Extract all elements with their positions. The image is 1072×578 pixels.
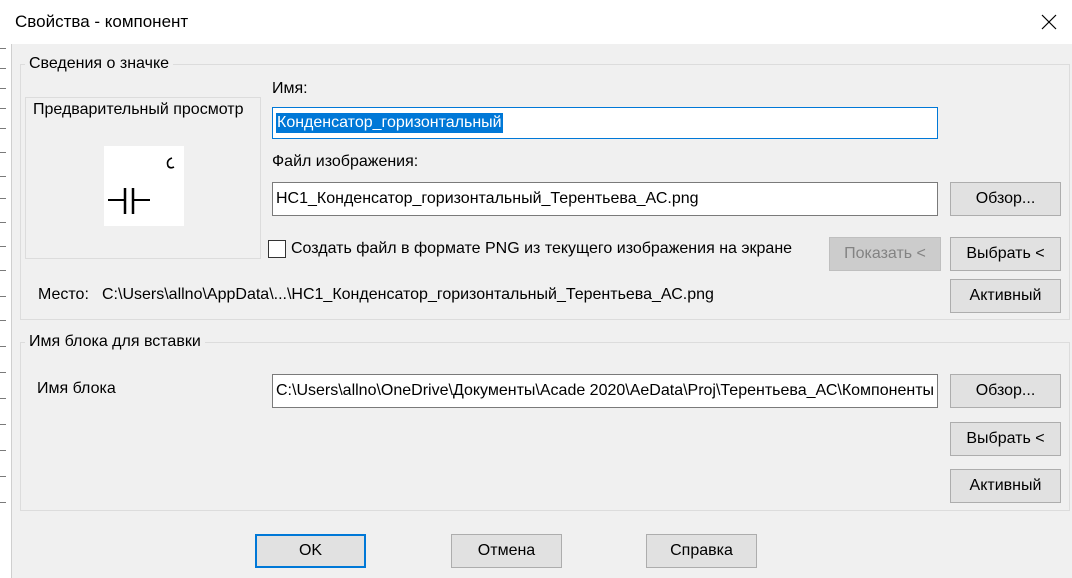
- block-name-input[interactable]: C:\Users\allno\OneDrive\Документы\Acade …: [272, 374, 938, 408]
- capacitor-symbol-icon: [108, 157, 175, 214]
- name-input-value: Конденсатор_горизонтальный: [276, 113, 503, 133]
- block-name-value: C:\Users\allno\OneDrive\Документы\Acade …: [276, 382, 935, 399]
- image-file-label: Файл изображения:: [272, 153, 419, 170]
- block-active-button[interactable]: Активный: [950, 469, 1061, 503]
- block-browse-button[interactable]: Обзор...: [950, 374, 1061, 408]
- title-bar: Свойства - компонент: [11, 0, 1072, 44]
- help-button[interactable]: Справка: [646, 534, 757, 568]
- name-label: Имя:: [272, 80, 308, 97]
- cancel-button[interactable]: Отмена: [451, 534, 562, 568]
- close-button[interactable]: [1026, 0, 1072, 44]
- block-name-legend: Имя блока для вставки: [25, 333, 205, 351]
- name-input[interactable]: Конденсатор_горизонтальный: [272, 107, 938, 139]
- image-file-input[interactable]: НС1_Конденсатор_горизонтальный_Терентьев…: [272, 182, 938, 216]
- block-name-group: [20, 342, 1070, 511]
- block-name-label: Имя блока: [37, 380, 116, 397]
- image-file-value: НС1_Конденсатор_горизонтальный_Терентьев…: [276, 190, 699, 207]
- image-browse-button[interactable]: Обзор...: [950, 182, 1061, 216]
- icon-info-legend: Сведения о значке: [25, 55, 174, 73]
- capacitor-preview-image: [104, 146, 184, 226]
- location-label: Место:: [38, 286, 89, 303]
- background-window-edge: [0, 0, 12, 578]
- preview-label: Предварительный просмотр: [33, 101, 244, 118]
- pick-icon-button[interactable]: Выбрать <: [950, 237, 1061, 271]
- create-png-checkbox[interactable]: [268, 240, 286, 258]
- window-title: Свойства - компонент: [15, 12, 189, 31]
- pick-block-button[interactable]: Выбрать <: [950, 422, 1061, 456]
- create-png-label[interactable]: Создать файл в формате PNG из текущего и…: [291, 240, 792, 258]
- location-value: C:\Users\allno\AppData\...\НС1_Конденсат…: [102, 286, 714, 303]
- icon-active-button[interactable]: Активный: [950, 279, 1061, 313]
- close-icon: [1041, 14, 1057, 30]
- ok-button[interactable]: OK: [255, 534, 366, 568]
- show-button[interactable]: Показать <: [829, 237, 941, 271]
